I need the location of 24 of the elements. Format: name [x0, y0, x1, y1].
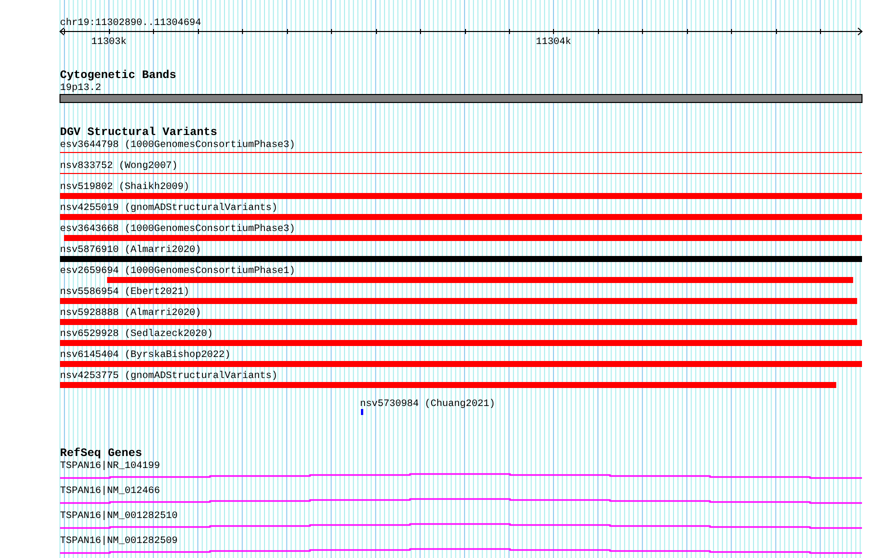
variant-label: nsv6529928 (Sedlazeck2020)	[60, 328, 213, 339]
band-label: 19p13.2	[60, 82, 102, 93]
variant-label: esv2659694 (1000GenomesConsortiumPhase1)	[60, 265, 296, 276]
variant-label: nsv519802 (Shaikh2009)	[60, 181, 190, 192]
variant-label: nsv4253775 (gnomADStructuralVariants)	[60, 370, 278, 381]
variant-label: nsv4255019 (gnomADStructuralVariants)	[60, 202, 278, 213]
variant-label: nsv5876910 (Almarri2020)	[60, 244, 202, 255]
track-title: DGV Structural Variants	[60, 127, 218, 139]
gene-label: TSPAN16|NM_001282509	[60, 535, 178, 546]
track-title: RefSeq Genes	[60, 448, 142, 460]
variant-label: nsv833752 (Wong2007)	[60, 160, 178, 171]
variant-label: nsv6145404 (ByrskaBishop2022)	[60, 349, 230, 360]
variant-label: esv3644798 (1000GenomesConsortiumPhase3)	[60, 139, 296, 150]
variant-label: nsv5928888 (Almarri2020)	[60, 307, 202, 318]
gene-label: TSPAN16|NM_001282510	[60, 510, 178, 521]
gene-label: TSPAN16|NR_104199	[60, 460, 160, 471]
gene-label: TSPAN16|NM_012466	[60, 485, 160, 496]
scale-label: 11304k	[536, 36, 572, 47]
variant-label: esv3643668 (1000GenomesConsortiumPhase3)	[60, 223, 296, 234]
variant-label: nsv5586954 (Ebert2021)	[60, 286, 190, 297]
track-title: Cytogenetic Bands	[60, 70, 176, 82]
scale-label: 11303k	[91, 36, 127, 47]
variant-label: nsv5730984 (Chuang2021)	[360, 398, 496, 409]
location-label: chr19:11302890..11304694	[60, 17, 202, 28]
